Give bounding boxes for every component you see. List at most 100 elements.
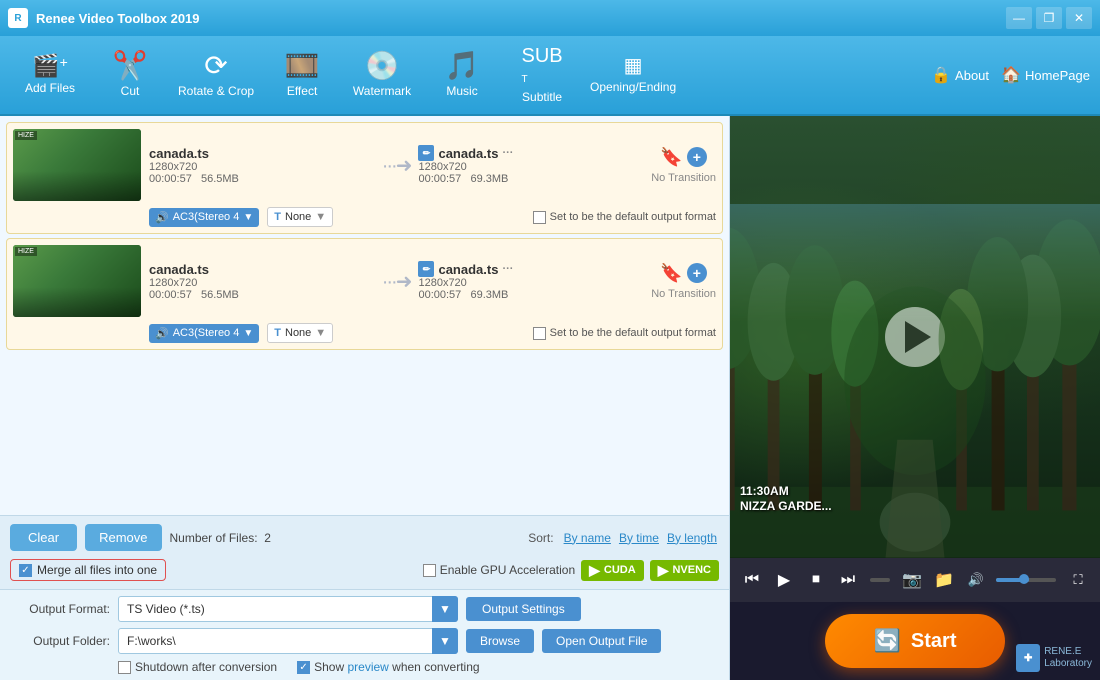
- transition-area: 🔖 + No Transition: [651, 263, 716, 300]
- nvenc-label: NVENC: [672, 564, 711, 576]
- toolbar-opening-ending[interactable]: ▦ Opening/Ending: [582, 40, 684, 110]
- toolbar-cut[interactable]: ✂️ Cut: [90, 40, 170, 110]
- toolbar: 🎬+ Add Files ✂️ Cut ⟳ Rotate & Crop 🎞️ E…: [0, 36, 1100, 116]
- window-controls: — ❐ ✕: [1006, 7, 1092, 29]
- file-info: canada.ts 1280x720 00:00:57 56.5MB: [149, 262, 374, 301]
- bottom-bar: Clear Remove Number of Files: 2 Sort: By…: [0, 515, 729, 589]
- minimize-button[interactable]: —: [1006, 7, 1032, 29]
- show-preview-checkbox[interactable]: ✓: [297, 661, 310, 674]
- set-default-checkbox[interactable]: [533, 211, 546, 224]
- merge-checkbox[interactable]: ✓: [19, 564, 32, 577]
- transition-label: No Transition: [651, 288, 716, 300]
- file-item-controls: 🔊 AC3(Stereo 4 ▼ T None ▼ Set to be the …: [13, 207, 716, 227]
- subtitle-dropdown-arrow: ▼: [315, 327, 326, 339]
- set-default-checkbox[interactable]: [533, 327, 546, 340]
- subtitle-select[interactable]: T None ▼: [267, 207, 333, 227]
- titlebar: R Renee Video Toolbox 2019 — ❐ ✕: [0, 0, 1100, 36]
- homepage-button[interactable]: 🏠 HomePage: [1001, 65, 1090, 85]
- toolbar-watermark[interactable]: 💿 Watermark: [342, 40, 422, 110]
- bookmark-icon: 🔖: [660, 147, 682, 168]
- nvidia-nvenc-icon: ▶: [658, 562, 669, 579]
- clear-button[interactable]: Clear: [10, 524, 77, 551]
- music-icon: 🎵: [445, 52, 480, 80]
- output-settings: Output Format: TS Video (*.ts) ▼ Output …: [0, 589, 729, 680]
- file-output-duration: 00:00:57 69.3MB: [418, 289, 643, 301]
- screenshot-button[interactable]: 📷: [898, 566, 926, 594]
- toolbar-right: 🔒 About 🏠 HomePage: [931, 65, 1090, 85]
- edit-icon[interactable]: ✏: [418, 145, 434, 161]
- toolbar-subtitle-label: Subtitle: [522, 90, 562, 104]
- volume-bar[interactable]: [996, 578, 1056, 582]
- right-panel: 11:30AM NIZZA GARDE... ⏮ ▶ ⏹ ⏭ 📷 📁 🔊 ⛶: [730, 116, 1100, 680]
- video-preview: 11:30AM NIZZA GARDE...: [730, 116, 1100, 558]
- subtitle-t-icon: T: [274, 327, 281, 339]
- toolbar-music[interactable]: 🎵 Music: [422, 40, 502, 110]
- renee-logo-text: RENE.E Laboratory: [1044, 646, 1092, 670]
- volume-control: 🔊: [962, 566, 1060, 594]
- fullscreen-button[interactable]: ⛶: [1064, 566, 1092, 594]
- flag-icon-container: 🔖 +: [660, 147, 706, 168]
- sort-by-length-button[interactable]: By length: [665, 531, 719, 545]
- video-controls: ⏮ ▶ ⏹ ⏭ 📷 📁 🔊 ⛶: [730, 558, 1100, 602]
- output-format-select[interactable]: TS Video (*.ts): [118, 596, 458, 622]
- toolbar-effect[interactable]: 🎞️ Effect: [262, 40, 342, 110]
- audio-dropdown-arrow: ▼: [243, 328, 253, 339]
- file-output-meta: 1280x720: [418, 161, 643, 173]
- folder-button[interactable]: 📁: [930, 566, 958, 594]
- flag-icon-container: 🔖 +: [660, 263, 706, 284]
- rotate-crop-icon: ⟳: [204, 52, 227, 80]
- restore-button[interactable]: ❐: [1036, 7, 1062, 29]
- output-folder-label: Output Folder:: [10, 634, 110, 648]
- edit-icon[interactable]: ✏: [418, 261, 434, 277]
- output-folder-arrow[interactable]: ▼: [432, 628, 458, 654]
- output-settings-button[interactable]: Output Settings: [466, 597, 581, 621]
- open-output-button[interactable]: Open Output File: [542, 629, 661, 653]
- set-default-label: Set to be the default output format: [550, 211, 716, 223]
- audio-select[interactable]: 🔊 AC3(Stereo 4 ▼: [149, 208, 259, 227]
- toolbar-add-files-label: Add Files: [25, 81, 75, 95]
- audio-label: AC3(Stereo 4: [173, 327, 240, 339]
- file-thumbnail: HIZE: [13, 245, 141, 317]
- watermark-icon: 💿: [365, 52, 400, 80]
- file-output-name: ✏ canada.ts ···: [418, 145, 643, 161]
- toolbar-rotate-crop[interactable]: ⟳ Rotate & Crop: [170, 40, 262, 110]
- play-pause-button[interactable]: ▶: [770, 566, 798, 594]
- add-button[interactable]: +: [687, 147, 707, 167]
- toolbar-subtitle[interactable]: SUBT Subtitle: [502, 40, 582, 110]
- add-button[interactable]: +: [687, 263, 707, 283]
- start-button[interactable]: 🔄 Start: [825, 614, 1005, 668]
- preview-link[interactable]: preview: [347, 660, 388, 674]
- remove-button[interactable]: Remove: [85, 524, 161, 551]
- toolbar-rotate-crop-label: Rotate & Crop: [178, 84, 254, 98]
- toolbar-music-label: Music: [446, 84, 477, 98]
- toolbar-effect-label: Effect: [287, 84, 317, 98]
- sort-by-time-button[interactable]: By time: [617, 531, 661, 545]
- file-output-duration: 00:00:57 69.3MB: [418, 173, 643, 185]
- main-layout: HIZE canada.ts 1280x720 00:00:57 56.5MB …: [0, 116, 1100, 680]
- file-item-top: HIZE canada.ts 1280x720 00:00:57 56.5MB …: [13, 245, 716, 317]
- output-folder-input[interactable]: F:\works\: [118, 628, 458, 654]
- output-format-arrow[interactable]: ▼: [432, 596, 458, 622]
- enable-gpu-checkbox[interactable]: [423, 564, 436, 577]
- video-preview-content: 11:30AM NIZZA GARDE...: [730, 116, 1100, 558]
- browse-button[interactable]: Browse: [466, 629, 534, 653]
- file-name: canada.ts: [149, 146, 374, 161]
- volume-icon-button[interactable]: 🔊: [962, 566, 990, 594]
- sort-buttons: By name By time By length: [562, 531, 719, 545]
- shutdown-checkbox[interactable]: [118, 661, 131, 674]
- skip-back-button[interactable]: ⏮: [738, 566, 766, 594]
- audio-select[interactable]: 🔊 AC3(Stereo 4 ▼: [149, 324, 259, 343]
- subtitle-select[interactable]: T None ▼: [267, 323, 333, 343]
- file-output-meta: 1280x720: [418, 277, 643, 289]
- merge-label: Merge all files into one: [37, 563, 157, 577]
- about-button[interactable]: 🔒 About: [931, 65, 989, 85]
- skip-forward-button[interactable]: ⏭: [834, 566, 862, 594]
- stop-button[interactable]: ⏹: [802, 566, 830, 594]
- renee-logo-icon: ✚: [1016, 644, 1040, 672]
- shutdown-label: Shutdown after conversion: [118, 660, 277, 674]
- close-button[interactable]: ✕: [1066, 7, 1092, 29]
- toolbar-add-files[interactable]: 🎬+ Add Files: [10, 40, 90, 110]
- cuda-label: CUDA: [604, 564, 636, 576]
- sort-by-name-button[interactable]: By name: [562, 531, 613, 545]
- progress-bar[interactable]: [870, 578, 890, 582]
